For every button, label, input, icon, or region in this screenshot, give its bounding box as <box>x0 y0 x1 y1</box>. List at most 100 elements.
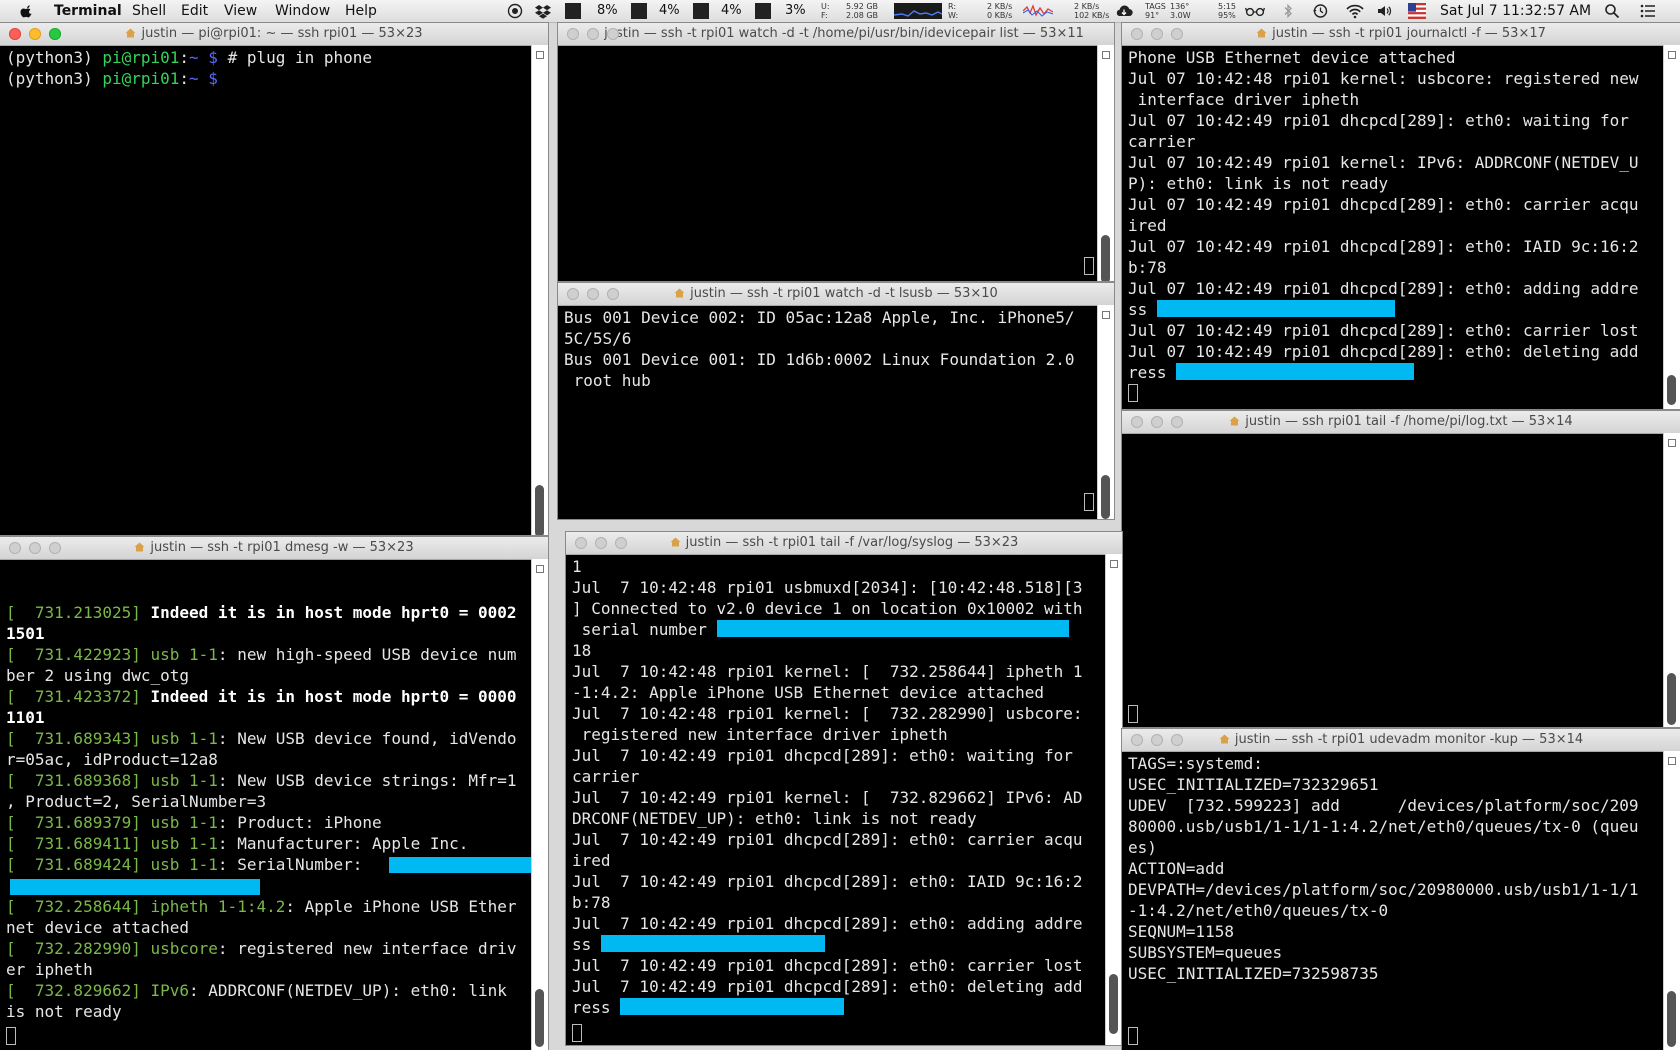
terminal-output[interactable]: [ 731.213025] Indeed it is in host mode … <box>6 602 526 1050</box>
zoom-button[interactable] <box>1171 734 1183 746</box>
syslog-line: -1:4.2: Apple iPhone USB Ethernet device… <box>572 683 1045 702</box>
scrollbar[interactable] <box>1663 751 1680 1050</box>
syslog-line: Jul 7 10:42:48 rpi01 usbmuxd[2034]: [10:… <box>572 578 1083 597</box>
text-cursor <box>1128 384 1138 402</box>
udev-line: ACTION=add <box>1128 859 1225 878</box>
scroll-thumb[interactable] <box>1101 475 1110 519</box>
menu-view[interactable]: View <box>224 3 257 19</box>
close-button[interactable] <box>575 537 587 549</box>
scroll-thumb[interactable] <box>535 989 544 1047</box>
terminal-output[interactable]: TAGS=:systemd: USEC_INITIALIZED=732329651… <box>1128 753 1658 1050</box>
scroll-thumb[interactable] <box>1101 235 1110 281</box>
zoom-button[interactable] <box>607 28 619 40</box>
apple-menu-icon[interactable] <box>20 4 34 18</box>
scrollbar[interactable] <box>1105 554 1122 1045</box>
syslog-line: ress <box>572 997 1100 1018</box>
window-titlebar[interactable]: justin — ssh -t rpi01 watch -d -t lsusb … <box>558 283 1114 306</box>
bluetooth-icon[interactable] <box>1280 3 1296 19</box>
close-button[interactable] <box>1131 28 1143 40</box>
terminal-output[interactable]: Phone USB Ethernet device attached Jul 07… <box>1128 47 1658 409</box>
minimize-button[interactable] <box>29 28 41 40</box>
scrollbar[interactable] <box>1663 45 1680 409</box>
menu-app-name[interactable]: Terminal <box>54 3 122 19</box>
terminal-window-lsusb[interactable]: justin — ssh -t rpi01 watch -d -t lsusb … <box>558 283 1114 519</box>
udev-line: SUBSYSTEM=queues <box>1128 943 1283 962</box>
syslog-line: Jul 7 10:42:49 rpi01 dhcpcd[289]: eth0: … <box>572 872 1083 891</box>
minimize-button[interactable] <box>29 542 41 554</box>
record-icon[interactable] <box>507 3 523 19</box>
terminal-output[interactable] <box>1128 435 1658 727</box>
minimize-button[interactable] <box>595 537 607 549</box>
notification-center-icon[interactable] <box>1640 3 1656 19</box>
scroll-thumb[interactable] <box>1667 673 1676 725</box>
dmesg-line: 1501 <box>6 624 45 643</box>
search-icon[interactable] <box>1604 3 1620 19</box>
close-button[interactable] <box>567 288 579 300</box>
minimize-button[interactable] <box>1151 28 1163 40</box>
close-button[interactable] <box>567 28 579 40</box>
terminal-window-udevadm[interactable]: justin — ssh -t rpi01 udevadm monitor -k… <box>1122 729 1680 1050</box>
cloud-icon[interactable] <box>1114 3 1134 19</box>
text-cursor <box>6 1027 16 1045</box>
minimize-button[interactable] <box>587 28 599 40</box>
zoom-button[interactable] <box>49 542 61 554</box>
log-line: Jul 07 10:42:49 rpi01 dhcpcd[289]: eth0:… <box>1128 342 1639 361</box>
terminal-window-journalctl[interactable]: justin — ssh -t rpi01 journalctl -f — 53… <box>1122 23 1680 409</box>
zoom-button[interactable] <box>607 288 619 300</box>
dmesg-line: [ 731.689379] usb 1-1: Product: iPhone <box>6 813 382 832</box>
menu-edit[interactable]: Edit <box>181 3 208 19</box>
scroll-thumb[interactable] <box>1667 991 1676 1047</box>
terminal-output[interactable]: Bus 001 Device 002: ID 05ac:12a8 Apple, … <box>564 307 1092 519</box>
window-titlebar[interactable]: justin — ssh -t rpi01 journalctl -f — 53… <box>1122 23 1680 46</box>
terminal-window-syslog[interactable]: justin — ssh -t rpi01 tail -f /var/log/s… <box>566 532 1122 1045</box>
window-titlebar[interactable]: justin — ssh -t rpi01 watch -d -t /home/… <box>558 23 1114 46</box>
menu-help[interactable]: Help <box>345 3 377 19</box>
terminal-window-idevicepair[interactable]: justin — ssh -t rpi01 watch -d -t /home/… <box>558 23 1114 281</box>
terminal-output[interactable] <box>564 47 1092 281</box>
time-machine-icon[interactable] <box>1312 3 1328 19</box>
terminal-window-logtxt[interactable]: justin — ssh rpi01 tail -f /home/pi/log.… <box>1122 411 1680 727</box>
window-titlebar[interactable]: justin — ssh -t rpi01 dmesg -w — 53×23 <box>0 537 548 560</box>
scrollbar[interactable] <box>531 45 548 535</box>
scroll-thumb[interactable] <box>1667 375 1676 405</box>
wifi-icon[interactable] <box>1345 3 1365 19</box>
terminal-window-shell[interactable]: justin — pi@rpi01: ~ — ssh rpi01 — 53×23… <box>0 23 548 535</box>
syslog-line: Jul 7 10:42:48 rpi01 kernel: [ 732.25864… <box>572 662 1083 681</box>
window-title: justin — ssh -t rpi01 watch -d -t /home/… <box>604 26 1084 41</box>
close-button[interactable] <box>9 28 21 40</box>
menu-clock[interactable]: Sat Jul 7 11:32:57 AM <box>1440 3 1591 19</box>
terminal-output[interactable]: 1 Jul 7 10:42:48 rpi01 usbmuxd[2034]: [10… <box>572 556 1100 1045</box>
zoom-button[interactable] <box>49 28 61 40</box>
menu-shell[interactable]: Shell <box>132 3 166 19</box>
scrollbar[interactable] <box>1097 45 1114 281</box>
scrollbar[interactable] <box>1663 433 1680 727</box>
prompt-line: (python3) pi@rpi01:~ $ <box>6 69 218 88</box>
output-line: Bus 001 Device 001: ID 1d6b:0002 Linux F… <box>564 350 1075 369</box>
syslog-line: serial number <box>572 619 1100 640</box>
terminal-output[interactable]: (python3) pi@rpi01:~ $ # plug in phone (p… <box>6 47 526 535</box>
scroll-thumb[interactable] <box>535 485 544 535</box>
window-titlebar[interactable]: justin — ssh rpi01 tail -f /home/pi/log.… <box>1122 411 1680 434</box>
close-button[interactable] <box>9 542 21 554</box>
zoom-button[interactable] <box>615 537 627 549</box>
minimize-button[interactable] <box>587 288 599 300</box>
flag-icon[interactable] <box>1408 3 1426 19</box>
zoom-button[interactable] <box>1171 28 1183 40</box>
minimize-button[interactable] <box>1151 734 1163 746</box>
window-titlebar[interactable]: justin — pi@rpi01: ~ — ssh rpi01 — 53×23 <box>0 23 548 46</box>
scroll-thumb[interactable] <box>1109 974 1118 1034</box>
close-button[interactable] <box>1131 416 1143 428</box>
close-button[interactable] <box>1131 734 1143 746</box>
window-titlebar[interactable]: justin — ssh -t rpi01 tail -f /var/log/s… <box>566 532 1122 555</box>
scrollbar[interactable] <box>531 559 548 1050</box>
scrollbar[interactable] <box>1097 305 1114 519</box>
dmesg-line: , Product=2, SerialNumber=3 <box>6 792 267 811</box>
window-titlebar[interactable]: justin — ssh -t rpi01 udevadm monitor -k… <box>1122 729 1680 752</box>
volume-icon[interactable] <box>1376 3 1392 19</box>
minimize-button[interactable] <box>1151 416 1163 428</box>
dropbox-icon[interactable] <box>535 3 551 19</box>
zoom-button[interactable] <box>1171 416 1183 428</box>
menu-window[interactable]: Window <box>275 3 330 19</box>
terminal-window-dmesg[interactable]: justin — ssh -t rpi01 dmesg -w — 53×23 [… <box>0 537 548 1050</box>
glasses-icon[interactable] <box>1245 3 1265 19</box>
